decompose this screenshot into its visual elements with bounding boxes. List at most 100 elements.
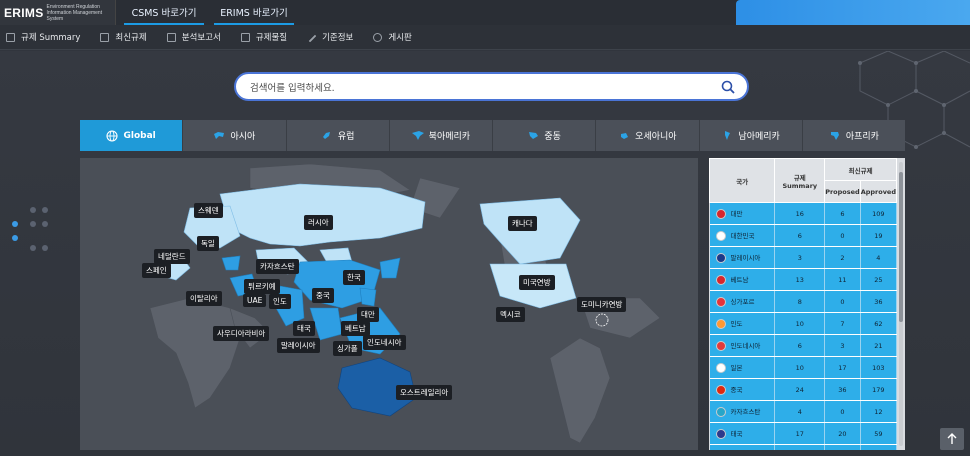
summary-cell[interactable]: 10: [774, 312, 826, 335]
proposed-cell[interactable]: 17: [824, 356, 861, 379]
map-label-dominica[interactable]: 도미니카연방: [577, 297, 627, 312]
map-label-italy[interactable]: 이탈리아: [186, 291, 222, 306]
table-row[interactable]: 베트남 13 11 25: [709, 268, 898, 291]
map-label-india[interactable]: 인도: [269, 294, 291, 309]
map-label-china[interactable]: 중국: [312, 288, 334, 303]
map-label-mexico[interactable]: 멕시코: [496, 307, 525, 322]
country-cell[interactable]: 인도네시아: [709, 334, 776, 357]
map-label-germany[interactable]: 독일: [197, 236, 219, 251]
country-cell[interactable]: 카자흐스탄: [709, 400, 776, 423]
map-label-taiwan[interactable]: 대만: [357, 307, 379, 322]
summary-cell[interactable]: 8: [774, 290, 826, 313]
nav-standards[interactable]: 기준정보: [306, 31, 353, 43]
map-label-usa[interactable]: 미국연방: [519, 275, 555, 290]
map-label-singapore[interactable]: 싱가폴: [333, 341, 362, 356]
map-label-vietnam[interactable]: 베트남: [341, 321, 370, 336]
tab-asia[interactable]: 아시아: [183, 120, 287, 151]
proposed-cell[interactable]: 20: [824, 422, 861, 445]
country-cell[interactable]: 태국: [709, 422, 776, 445]
country-cell[interactable]: 중국: [709, 378, 776, 401]
world-map[interactable]: 스웨덴 독일 네덜란드 스페인 이탈리아 튀르키예 UAE 사우디아라비아 카자…: [80, 158, 698, 450]
pager-dot[interactable]: [30, 245, 36, 251]
tab-middle-east[interactable]: 중동: [493, 120, 597, 151]
table-scroll-thumb[interactable]: [899, 172, 903, 322]
map-label-saudi-arabia[interactable]: 사우디아라비아: [213, 326, 270, 341]
table-row[interactable]: 중국 24 36 179: [709, 378, 898, 401]
summary-cell[interactable]: 24: [774, 378, 826, 401]
approved-cell[interactable]: 21: [860, 334, 898, 357]
approved-cell[interactable]: 36: [860, 290, 898, 313]
proposed-cell[interactable]: 6: [824, 202, 861, 225]
proposed-cell[interactable]: 7: [824, 312, 861, 335]
country-cell[interactable]: 싱가포르: [709, 290, 776, 313]
search-input[interactable]: 검색어를 입력하세요.: [250, 80, 721, 94]
map-label-thailand[interactable]: 태국: [293, 321, 315, 336]
proposed-cell[interactable]: 0: [824, 400, 861, 423]
table-row[interactable]: 인도 10 7 62: [709, 312, 898, 335]
approved-cell[interactable]: 12: [860, 400, 898, 423]
proposed-cell[interactable]: 11: [824, 268, 861, 291]
search-icon[interactable]: [721, 80, 735, 94]
map-label-sweden[interactable]: 스웨덴: [194, 203, 223, 218]
map-label-australia[interactable]: 오스트레일리아: [396, 385, 453, 400]
approved-cell[interactable]: 59: [860, 422, 898, 445]
pager-dot[interactable]: [42, 221, 48, 227]
nav-board[interactable]: 게시판: [373, 31, 412, 43]
table-row[interactable]: 말레이시아 3 2 4: [709, 246, 898, 269]
nav-summary[interactable]: 규제 Summary: [6, 31, 80, 43]
table-row[interactable]: 카자흐스탄 4 0 12: [709, 400, 898, 423]
nav-substances[interactable]: 규제물질: [240, 31, 287, 43]
map-label-kazakhstan[interactable]: 카자흐스탄: [256, 259, 299, 274]
pager-dot[interactable]: [30, 207, 36, 213]
summary-cell[interactable]: 13: [774, 268, 826, 291]
tab-north-america[interactable]: 북아메리카: [389, 120, 493, 151]
table-row[interactable]: 대한민국 6 0 19: [709, 224, 898, 247]
map-label-turkiye[interactable]: 튀르키예: [244, 279, 280, 294]
approved-cell[interactable]: 25: [860, 268, 898, 291]
table-scrollbar[interactable]: [899, 162, 903, 446]
map-label-uae[interactable]: UAE: [243, 294, 267, 307]
tab-oceania[interactable]: 오세아니아: [596, 120, 700, 151]
summary-cell[interactable]: 3: [774, 246, 826, 269]
map-label-spain[interactable]: 스페인: [142, 263, 171, 278]
nav-reports[interactable]: 분석보고서: [166, 31, 221, 43]
country-cell[interactable]: 인도: [709, 312, 776, 335]
table-row[interactable]: 일본 10 17 103: [709, 356, 898, 379]
country-cell[interactable]: 대만: [709, 202, 776, 225]
summary-cell[interactable]: 10: [774, 356, 826, 379]
tab-africa[interactable]: 아프리카: [802, 120, 905, 151]
pager-dot-active[interactable]: [12, 221, 18, 227]
summary-cell[interactable]: 12: [774, 444, 826, 450]
approved-cell[interactable]: 54: [860, 444, 898, 450]
erims-link[interactable]: ERIMS 바로가기: [214, 0, 294, 25]
table-row[interactable]: 대만 16 6 109: [709, 202, 898, 225]
map-label-canada[interactable]: 캐나다: [508, 216, 537, 231]
proposed-cell[interactable]: 0: [824, 290, 861, 313]
proposed-cell[interactable]: 2: [824, 246, 861, 269]
csms-link[interactable]: CSMS 바로가기: [124, 0, 204, 25]
pager-dot[interactable]: [42, 207, 48, 213]
summary-cell[interactable]: 6: [774, 224, 826, 247]
table-row[interactable]: 태국 17 20 59: [709, 422, 898, 445]
country-cell[interactable]: 베트남: [709, 268, 776, 291]
tab-south-america[interactable]: 남아메리카: [699, 120, 803, 151]
nav-latest[interactable]: 최신규제: [100, 31, 147, 43]
summary-cell[interactable]: 4: [774, 400, 826, 423]
tab-europe[interactable]: 유럽: [286, 120, 390, 151]
country-cell[interactable]: 대한민국: [709, 224, 776, 247]
table-row[interactable]: 네덜란드12154: [709, 444, 898, 450]
summary-cell[interactable]: 17: [774, 422, 826, 445]
approved-cell[interactable]: 4: [860, 246, 898, 269]
country-cell[interactable]: 말레이시아: [709, 246, 776, 269]
approved-cell[interactable]: 62: [860, 312, 898, 335]
table-row[interactable]: 싱가포르 8 0 36: [709, 290, 898, 313]
map-label-netherlands[interactable]: 네덜란드: [154, 249, 190, 264]
summary-cell[interactable]: 6: [774, 334, 826, 357]
proposed-cell[interactable]: 1: [824, 444, 861, 450]
map-label-korea[interactable]: 한국: [343, 270, 365, 285]
summary-cell[interactable]: 16: [774, 202, 826, 225]
scroll-to-top-button[interactable]: [940, 428, 964, 450]
map-label-malaysia[interactable]: 말레이시아: [277, 338, 320, 353]
logo[interactable]: ERIMS Environment Regulation Information…: [0, 0, 116, 25]
pager-dot-active[interactable]: [12, 235, 18, 241]
